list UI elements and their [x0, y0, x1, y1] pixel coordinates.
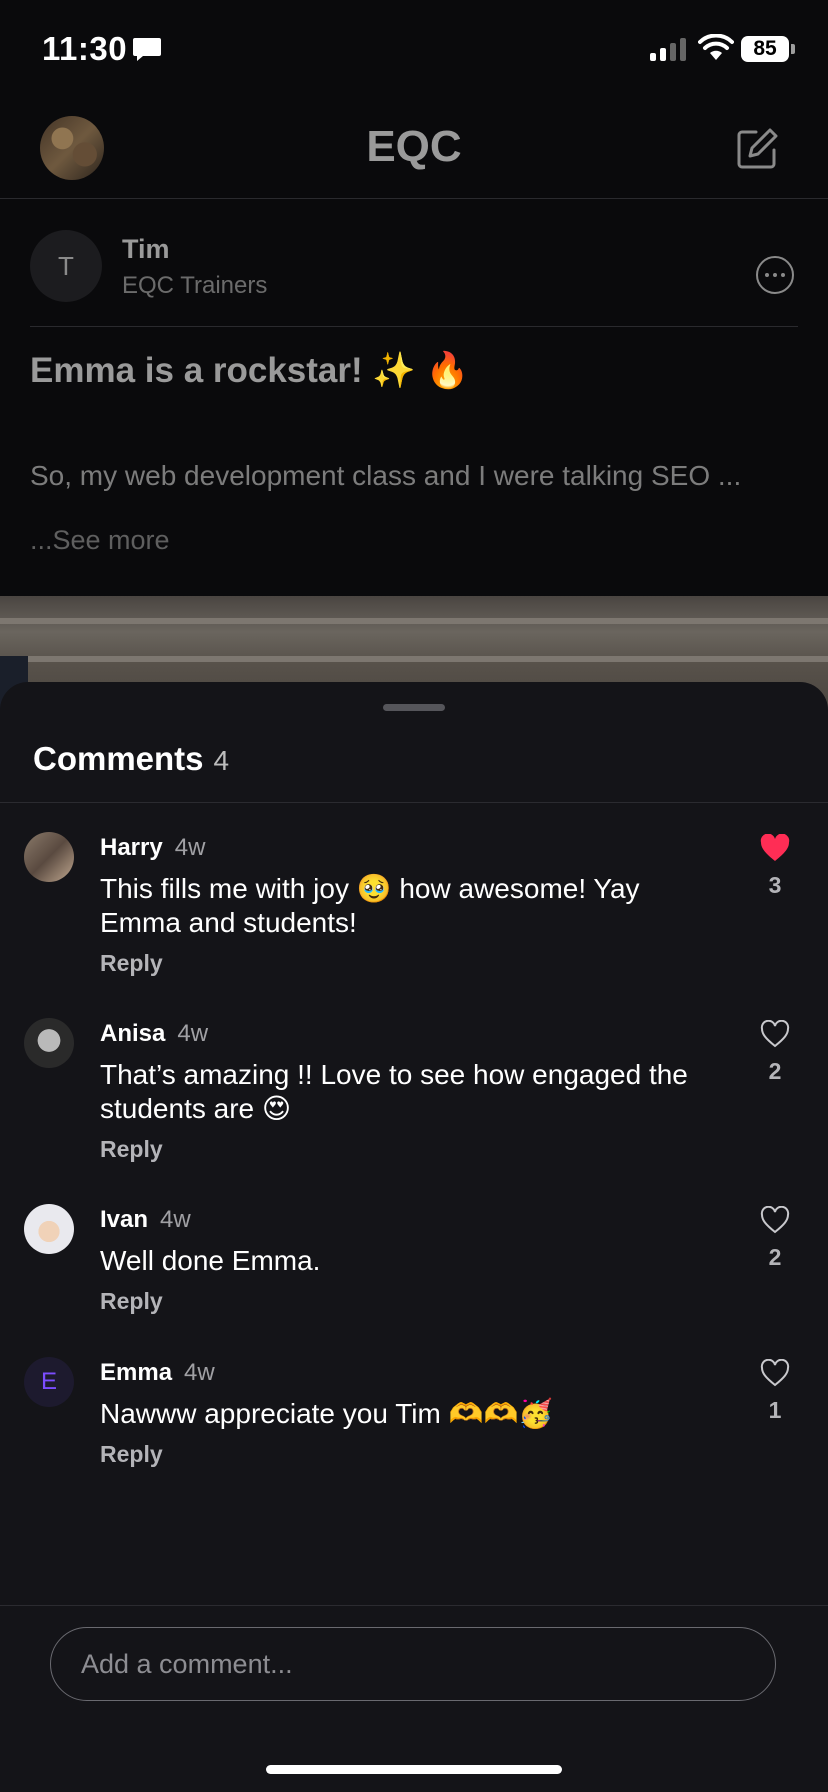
like-count: 3: [768, 872, 782, 898]
comments-heading: Comments 4: [33, 740, 229, 778]
heart-outline-icon[interactable]: [760, 1359, 790, 1387]
comment-text: That’s amazing !! Love to see how engage…: [100, 1059, 688, 1124]
compose-icon[interactable]: [734, 126, 780, 172]
heart-outline-icon[interactable]: [760, 1206, 790, 1234]
comment-text: This fills me with joy 🥹 how awesome! Ya…: [100, 873, 640, 938]
comment-input[interactable]: [50, 1627, 776, 1701]
comment-time: 4w: [177, 1020, 209, 1047]
reply-button[interactable]: Reply: [100, 1136, 163, 1163]
comment-author[interactable]: Emma 4w: [100, 1359, 215, 1387]
like-count: 2: [768, 1058, 782, 1084]
reply-button[interactable]: Reply: [100, 1441, 163, 1468]
comments-count: 4: [213, 745, 230, 776]
battery-indicator: 85: [741, 36, 789, 62]
post-title: Emma is a rockstar! ✨ 🔥: [30, 351, 470, 390]
status-time: 11:30: [42, 30, 128, 67]
comment-author[interactable]: Ivan 4w: [100, 1206, 191, 1234]
ceiling-beam: [0, 656, 828, 662]
comment-time: 4w: [174, 834, 206, 861]
battery-tip: [791, 44, 795, 54]
see-more-link[interactable]: ...See more: [30, 525, 170, 556]
divider: [0, 802, 828, 803]
comment-text: Nawww appreciate you Tim 🫶🫶🥳: [100, 1398, 554, 1429]
reply-button[interactable]: Reply: [100, 950, 163, 977]
post-author-avatar[interactable]: T: [30, 230, 102, 302]
more-options-icon[interactable]: [756, 256, 794, 294]
divider: [0, 1605, 828, 1606]
comments-sheet: Comments 4 Harry 4w This fills me with joy…: [0, 682, 828, 1792]
avatar[interactable]: [24, 832, 74, 882]
post-body-preview: So, my web development class and I were …: [30, 460, 742, 491]
ceiling-beam: [0, 618, 828, 624]
heart-filled-icon[interactable]: [760, 834, 790, 862]
reply-button[interactable]: Reply: [100, 1288, 163, 1315]
wifi-icon: [698, 34, 734, 60]
avatar[interactable]: [24, 1204, 74, 1254]
comment-author[interactable]: Anisa 4w: [100, 1020, 208, 1048]
comment-time: 4w: [160, 1206, 191, 1233]
cellular-signal-icon: [650, 37, 686, 61]
post-author-group: EQC Trainers: [122, 272, 268, 299]
home-indicator[interactable]: [266, 1765, 562, 1774]
message-bubble-icon: [133, 38, 161, 61]
avatar[interactable]: E: [24, 1357, 74, 1407]
like-count: 1: [768, 1397, 782, 1423]
comments-heading-label: Comments: [33, 740, 204, 777]
comment-author[interactable]: Harry 4w: [100, 834, 205, 862]
sheet-grabber[interactable]: [383, 704, 445, 711]
like-count: 2: [768, 1244, 782, 1270]
divider: [30, 326, 798, 327]
avatar[interactable]: [24, 1018, 74, 1068]
comment-time: 4w: [184, 1359, 215, 1386]
heart-outline-icon[interactable]: [760, 1020, 790, 1048]
comment-text: Well done Emma.: [100, 1245, 321, 1276]
page-title: EQC: [366, 122, 462, 171]
status-bar: 11:30 85: [0, 0, 828, 100]
post-author-name[interactable]: Tim: [122, 234, 170, 265]
